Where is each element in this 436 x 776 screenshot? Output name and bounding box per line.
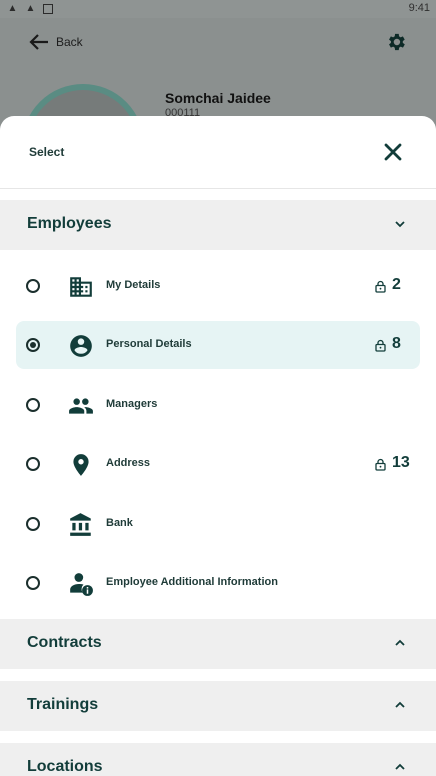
list-item-personal-details[interactable]: Personal Details 8 bbox=[16, 321, 420, 369]
lock-icon bbox=[375, 280, 386, 293]
sheet-title: Select bbox=[29, 145, 65, 159]
section-locations[interactable]: Locations bbox=[0, 743, 436, 776]
list-item-label: Personal Details bbox=[106, 338, 192, 350]
sim-icon bbox=[43, 4, 53, 14]
sheet-header: Select bbox=[0, 116, 436, 189]
chevron-up-icon[interactable] bbox=[393, 698, 407, 712]
list-item-bank[interactable]: Bank bbox=[16, 500, 420, 548]
list-item-my-details[interactable]: My Details 2 bbox=[16, 262, 420, 310]
section-label: Employees bbox=[27, 215, 112, 232]
list-item-employee-additional-information[interactable]: Employee Additional Information bbox=[16, 559, 420, 607]
chevron-up-icon[interactable] bbox=[393, 760, 407, 774]
radio-button[interactable] bbox=[26, 279, 40, 293]
list-item-managers[interactable]: Managers bbox=[16, 381, 420, 429]
back-arrow-icon[interactable] bbox=[28, 33, 50, 51]
select-bottom-sheet: Select Employees My Details 2 Personal D… bbox=[0, 116, 436, 776]
chevron-up-icon[interactable] bbox=[393, 636, 407, 650]
radio-button[interactable] bbox=[26, 517, 40, 531]
warning-icon: ▲ bbox=[25, 3, 36, 14]
section-label: Contracts bbox=[27, 634, 102, 651]
bank-icon bbox=[70, 513, 91, 536]
list-item-label: Address bbox=[106, 457, 151, 469]
item-count: 13 bbox=[392, 454, 410, 471]
close-icon[interactable] bbox=[382, 141, 404, 163]
account-circle-icon bbox=[70, 335, 92, 357]
lock-icon bbox=[375, 339, 386, 352]
list-item-label: Bank bbox=[106, 517, 133, 529]
item-count: 2 bbox=[392, 276, 401, 293]
section-label: Locations bbox=[27, 758, 103, 775]
radio-button[interactable] bbox=[26, 576, 40, 590]
status-bar: ▲ ▲ 9:41 bbox=[0, 0, 436, 18]
radio-button[interactable] bbox=[26, 398, 40, 412]
item-count: 8 bbox=[392, 335, 401, 352]
radio-button-selected[interactable] bbox=[26, 338, 40, 352]
location-pin-icon bbox=[73, 454, 89, 476]
back-button[interactable]: Back bbox=[56, 35, 83, 49]
section-trainings[interactable]: Trainings bbox=[0, 681, 436, 731]
gear-icon[interactable] bbox=[385, 31, 407, 53]
building-icon bbox=[70, 277, 92, 297]
radio-button[interactable] bbox=[26, 457, 40, 471]
person-info-icon bbox=[70, 573, 93, 596]
people-icon bbox=[69, 398, 93, 414]
list-item-label: My Details bbox=[106, 279, 161, 291]
employee-name: Somchai Jaidee bbox=[165, 90, 271, 106]
list-item-label: Employee Additional Information bbox=[106, 576, 278, 588]
section-contracts[interactable]: Contracts bbox=[0, 619, 436, 669]
section-employees[interactable]: Employees bbox=[0, 200, 436, 250]
section-label: Trainings bbox=[27, 696, 99, 713]
lock-icon bbox=[375, 458, 386, 471]
warning-icon: ▲ bbox=[7, 3, 18, 14]
list-item-address[interactable]: Address 13 bbox=[16, 440, 420, 488]
status-time: 9:41 bbox=[408, 2, 430, 14]
list-item-label: Managers bbox=[106, 398, 158, 410]
chevron-down-icon[interactable] bbox=[393, 217, 407, 231]
